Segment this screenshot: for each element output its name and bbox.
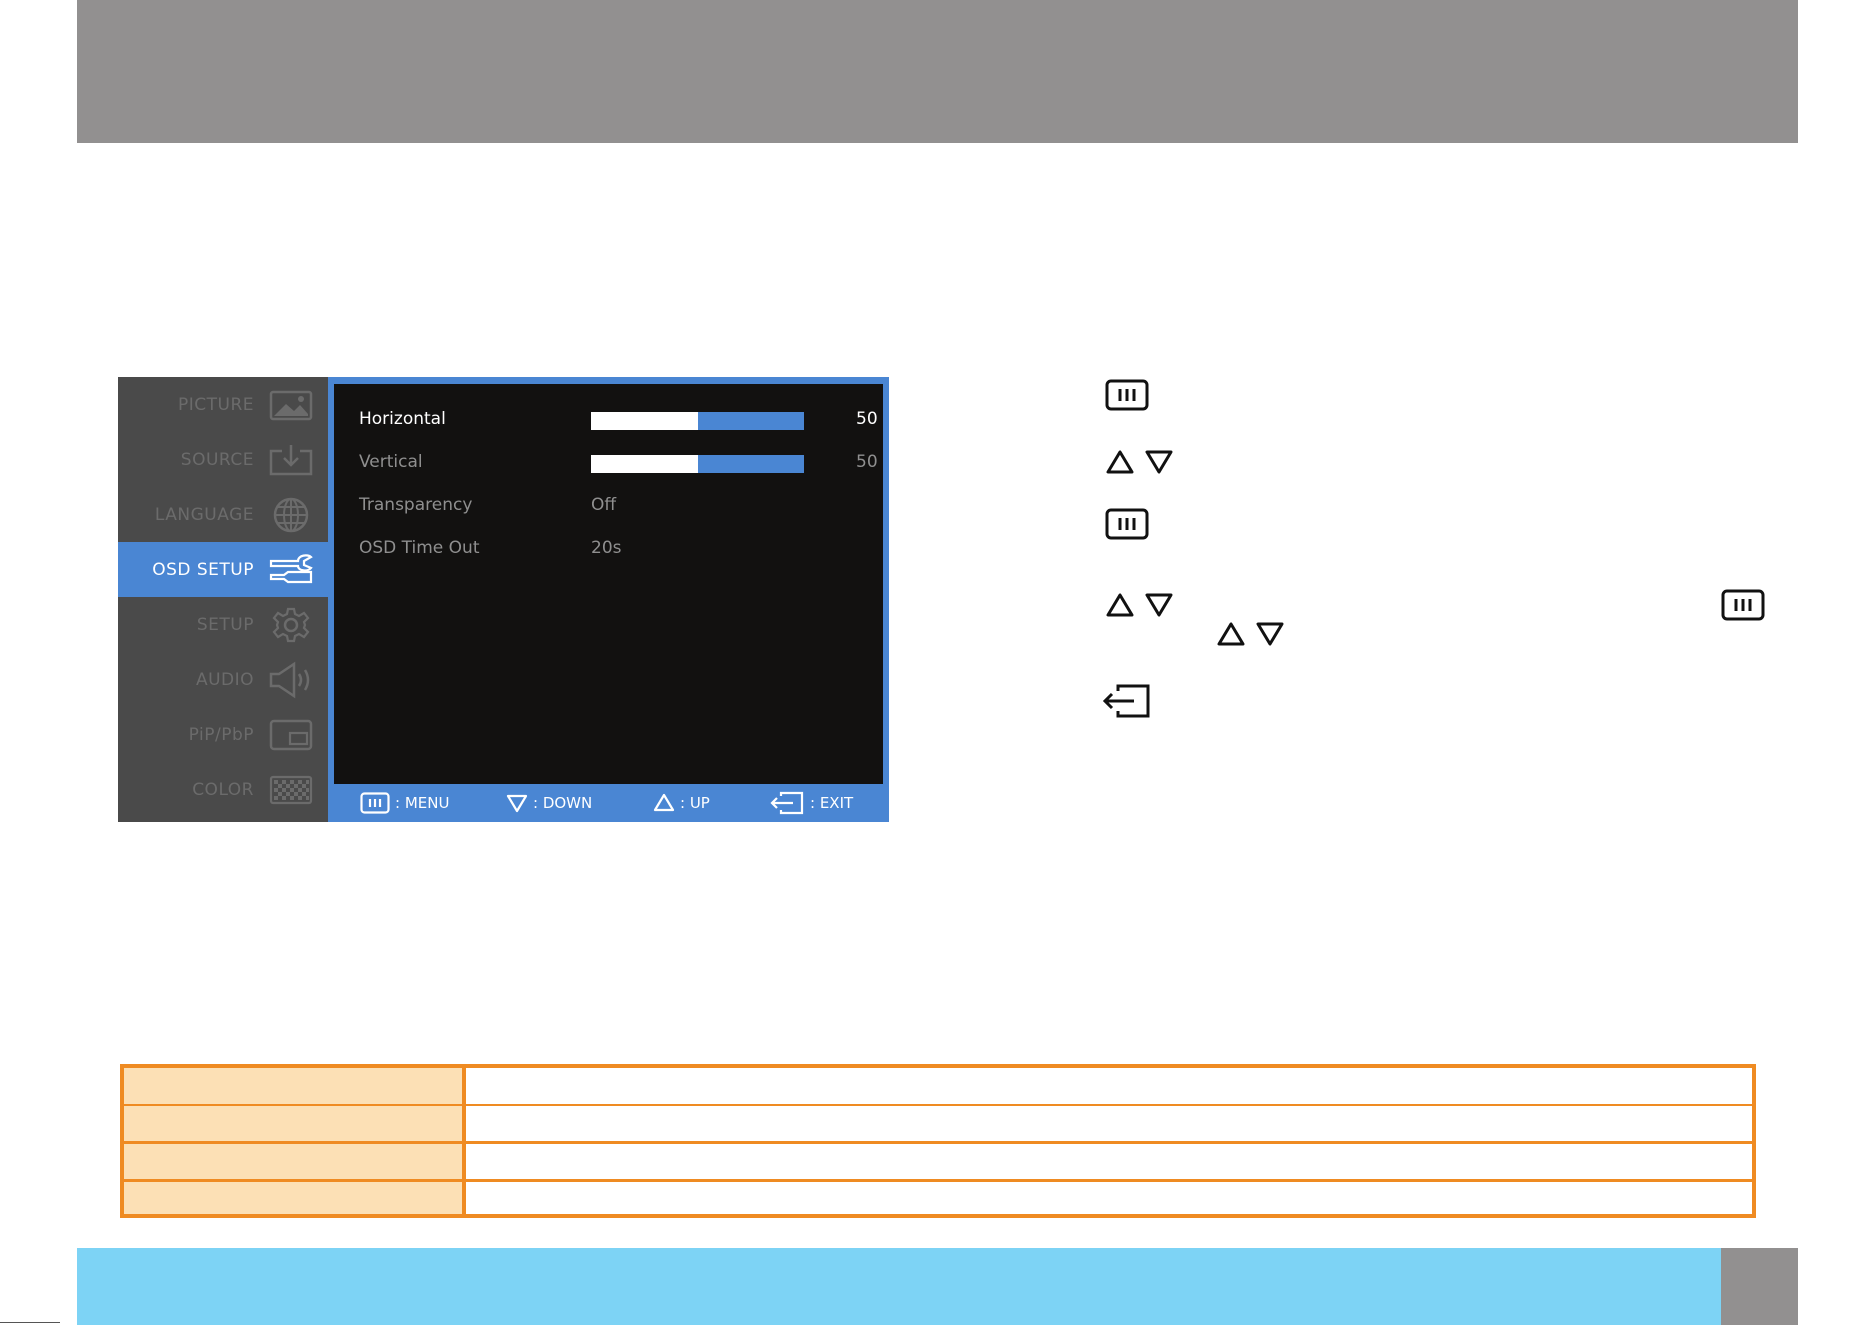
up-arrow-icon <box>1106 450 1134 474</box>
table-cell <box>466 1068 1752 1104</box>
header-band <box>77 0 1798 143</box>
divider <box>0 1322 60 1323</box>
sidebar-item-label: SETUP <box>196 614 254 635</box>
footer-up-label: : UP <box>680 794 710 812</box>
setting-value: 20s <box>591 538 622 558</box>
setting-label: OSD Time Out <box>359 538 480 558</box>
sidebar-item-label: OSD SETUP <box>152 559 254 580</box>
sidebar-item-pip-pbp[interactable]: PiP/PbP <box>118 707 328 762</box>
footer-menu-hint[interactable]: : MENU <box>360 784 449 822</box>
horizontal-slider[interactable] <box>591 412 804 430</box>
sidebar-item-source[interactable]: SOURCE <box>118 432 328 487</box>
table-header-cell <box>124 1068 466 1104</box>
table-cell <box>466 1182 1752 1214</box>
footer-down-hint[interactable]: : DOWN <box>506 784 592 822</box>
sidebar-item-label: AUDIO <box>195 669 254 690</box>
wrench-icon <box>268 551 314 589</box>
slider-fill <box>591 455 698 473</box>
exit-key-icon <box>770 791 804 815</box>
source-icon <box>268 441 314 479</box>
page-number-tab <box>1721 1248 1798 1325</box>
sidebar-item-setup[interactable]: SETUP <box>118 597 328 652</box>
sidebar-item-language[interactable]: LANGUAGE <box>118 487 328 542</box>
down-arrow-icon <box>1145 450 1173 474</box>
vertical-slider[interactable] <box>591 455 804 473</box>
table-cell <box>466 1106 1752 1141</box>
footer-exit-label: : EXIT <box>810 794 854 812</box>
menu-key-icon <box>360 792 390 814</box>
slider-fill <box>591 412 698 430</box>
osd-sidebar: PICTURE SOURCE LANGUAGE OSD SETUP SETUP <box>118 377 328 822</box>
setting-osd-time-out[interactable]: OSD Time Out 20s <box>359 534 879 564</box>
table-cell <box>466 1144 1752 1179</box>
up-arrow-icon <box>653 793 675 812</box>
sidebar-item-label: COLOR <box>192 779 254 800</box>
exit-key-icon <box>1102 684 1150 718</box>
speaker-icon <box>268 661 314 699</box>
sidebar-item-label: PiP/PbP <box>188 724 254 745</box>
table-header-cell <box>124 1144 466 1179</box>
osd-menu-screenshot: PICTURE SOURCE LANGUAGE OSD SETUP SETUP <box>118 377 889 822</box>
setting-label: Horizontal <box>359 409 446 429</box>
table-header-cell <box>124 1106 466 1141</box>
table-row <box>124 1182 1752 1214</box>
table-header-cell <box>124 1182 466 1214</box>
sidebar-item-picture[interactable]: PICTURE <box>118 377 328 432</box>
settings-table <box>120 1064 1756 1218</box>
color-grid-icon <box>268 771 314 809</box>
setting-horizontal[interactable]: Horizontal 50 <box>359 405 879 435</box>
setting-vertical[interactable]: Vertical 50 <box>359 448 879 478</box>
footer-band <box>77 1248 1721 1325</box>
footer-exit-hint[interactable]: : EXIT <box>769 784 853 822</box>
osd-settings-panel: Horizontal 50 Vertical 50 Transparency O… <box>334 384 883 784</box>
footer-down-label: : DOWN <box>533 794 593 812</box>
gear-icon <box>268 606 314 644</box>
menu-key-icon <box>1105 379 1149 411</box>
down-arrow-icon <box>1145 593 1173 617</box>
picture-icon <box>268 386 314 424</box>
down-arrow-icon <box>506 794 528 813</box>
table-row <box>124 1144 1752 1179</box>
footer-up-hint[interactable]: : UP <box>653 784 710 822</box>
menu-key-icon <box>1721 589 1765 621</box>
osd-main-area: Horizontal 50 Vertical 50 Transparency O… <box>328 377 889 822</box>
down-arrow-icon <box>1256 622 1284 646</box>
sidebar-item-label: LANGUAGE <box>154 504 254 525</box>
up-arrow-icon <box>1106 593 1134 617</box>
sidebar-item-label: PICTURE <box>177 394 254 415</box>
setting-value: 50 <box>856 409 878 429</box>
table-row <box>124 1068 1752 1104</box>
sidebar-item-osd-setup[interactable]: OSD SETUP <box>118 542 328 597</box>
pip-icon <box>268 716 314 754</box>
globe-icon <box>268 496 314 534</box>
sidebar-item-label: SOURCE <box>180 449 254 470</box>
sidebar-item-color[interactable]: COLOR <box>118 762 328 817</box>
setting-transparency[interactable]: Transparency Off <box>359 491 879 521</box>
up-arrow-icon <box>1217 622 1245 646</box>
setting-value: Off <box>591 495 617 515</box>
footer-menu-label: : MENU <box>395 794 450 812</box>
setting-label: Transparency <box>359 495 473 515</box>
table-row <box>124 1106 1752 1141</box>
menu-key-icon <box>1105 508 1149 540</box>
sidebar-item-audio[interactable]: AUDIO <box>118 652 328 707</box>
setting-value: 50 <box>856 452 878 472</box>
setting-label: Vertical <box>359 452 423 472</box>
osd-footer: : MENU : DOWN : UP : EXIT <box>328 784 889 822</box>
